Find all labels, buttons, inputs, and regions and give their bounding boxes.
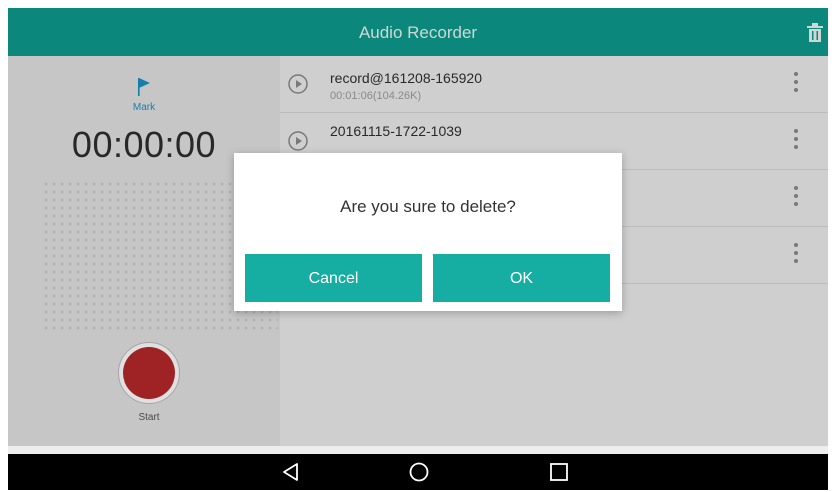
dialog-message: Are you sure to delete?: [340, 197, 516, 216]
navigation-bar: [8, 454, 828, 490]
delete-confirm-dialog: Are you sure to delete? Cancel OK: [234, 153, 622, 311]
cancel-button[interactable]: Cancel: [245, 254, 422, 302]
back-icon[interactable]: [280, 461, 302, 483]
screen: Audio Recorder Mark 00:00:00 Start recor…: [8, 8, 828, 490]
home-icon[interactable]: [408, 461, 430, 483]
recents-icon[interactable]: [548, 461, 570, 483]
ok-button[interactable]: OK: [433, 254, 610, 302]
